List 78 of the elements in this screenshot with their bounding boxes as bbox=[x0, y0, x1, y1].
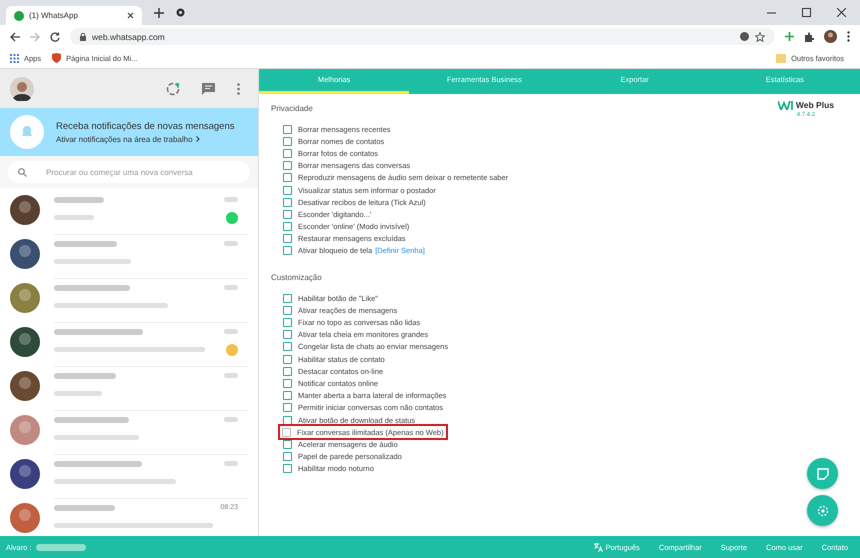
puzzle-icon[interactable] bbox=[804, 32, 814, 42]
apps-grid-icon bbox=[10, 54, 19, 62]
reload-icon[interactable] bbox=[50, 32, 60, 42]
chevron-right-icon bbox=[196, 136, 200, 142]
notification-title: Receba notificações de novas mensagens bbox=[56, 120, 235, 132]
checkbox[interactable] bbox=[283, 210, 292, 219]
checkbox[interactable] bbox=[283, 246, 292, 256]
forward-icon[interactable] bbox=[30, 32, 40, 42]
close-icon[interactable] bbox=[127, 12, 134, 19]
blurred-text bbox=[36, 544, 86, 550]
search-field[interactable]: Procurar ou começar uma nova conversa bbox=[8, 161, 250, 183]
section-title: Customização bbox=[271, 273, 322, 282]
checkbox[interactable] bbox=[283, 234, 292, 244]
browser-tab[interactable]: (1) WhatsApp bbox=[6, 6, 142, 25]
blurred-text bbox=[224, 417, 238, 422]
translate-icon bbox=[594, 542, 603, 552]
checkbox[interactable] bbox=[283, 440, 292, 449]
maximize-icon[interactable] bbox=[802, 8, 811, 17]
menu-icon[interactable] bbox=[847, 31, 850, 42]
section-title: Privacidade bbox=[271, 104, 313, 113]
shield-icon bbox=[52, 53, 62, 63]
blurred-text bbox=[54, 196, 104, 202]
circle-icon[interactable] bbox=[176, 8, 185, 17]
address-bar[interactable]: web.whatsapp.com bbox=[70, 28, 775, 45]
checkbox[interactable] bbox=[283, 186, 292, 195]
chat-icon[interactable] bbox=[202, 82, 215, 94]
profile-avatar-icon[interactable] bbox=[824, 30, 837, 43]
checkbox[interactable] bbox=[283, 378, 292, 388]
checkbox[interactable] bbox=[283, 416, 292, 425]
checkbox[interactable] bbox=[283, 294, 292, 303]
blurred-text bbox=[54, 391, 102, 396]
back-icon[interactable] bbox=[10, 32, 20, 42]
search-icon bbox=[18, 168, 27, 177]
notification-link[interactable]: Ativar notificações na área de trabalho bbox=[56, 134, 193, 144]
blurred-text bbox=[54, 215, 94, 220]
blurred-text bbox=[224, 285, 238, 290]
blurred-text bbox=[224, 373, 238, 378]
checkbox[interactable] bbox=[283, 366, 292, 376]
close-icon[interactable] bbox=[837, 8, 846, 17]
checkbox[interactable] bbox=[283, 452, 292, 462]
logo-text: Web Plus bbox=[796, 100, 834, 110]
checkbox[interactable] bbox=[283, 403, 292, 412]
checkbox[interactable] bbox=[283, 148, 292, 158]
blurred-text bbox=[54, 240, 117, 246]
sticker-icon bbox=[816, 468, 828, 480]
checkbox[interactable] bbox=[283, 354, 292, 364]
star-icon[interactable] bbox=[755, 32, 765, 42]
blurred-text bbox=[224, 329, 238, 334]
blurred-text bbox=[224, 241, 238, 246]
blurred-text bbox=[54, 372, 116, 378]
settings-icon bbox=[816, 504, 828, 516]
checkbox[interactable] bbox=[283, 198, 292, 207]
checkbox[interactable] bbox=[283, 318, 292, 328]
settings-button[interactable] bbox=[807, 495, 838, 526]
notification-banner[interactable]: Receba notificações de novas mensagens Ativar notificações na área de trabalho bbox=[0, 108, 258, 156]
checkbox[interactable] bbox=[283, 173, 292, 182]
checkbox[interactable] bbox=[283, 222, 292, 232]
profile-avatar[interactable] bbox=[10, 76, 34, 100]
sticker-button[interactable] bbox=[807, 458, 838, 489]
tab-title: (1) WhatsApp bbox=[29, 11, 79, 20]
blurred-text bbox=[224, 461, 238, 466]
checkbox[interactable] bbox=[283, 391, 292, 400]
checkbox[interactable] bbox=[283, 306, 292, 315]
checkbox[interactable] bbox=[283, 464, 292, 474]
checkbox[interactable] bbox=[283, 161, 292, 170]
checkbox[interactable] bbox=[282, 428, 291, 437]
logo-icon bbox=[778, 100, 794, 110]
checkbox[interactable] bbox=[283, 330, 292, 340]
plus-icon[interactable] bbox=[785, 32, 794, 41]
blurred-text bbox=[224, 197, 238, 202]
checkbox[interactable] bbox=[283, 136, 292, 146]
new-tab-icon[interactable] bbox=[154, 8, 164, 18]
lock-icon bbox=[80, 32, 86, 40]
checkbox[interactable] bbox=[283, 342, 292, 352]
blurred-text bbox=[54, 504, 115, 510]
status-icon[interactable] bbox=[166, 82, 180, 96]
checkbox[interactable] bbox=[283, 124, 292, 134]
folder-icon bbox=[776, 54, 786, 62]
